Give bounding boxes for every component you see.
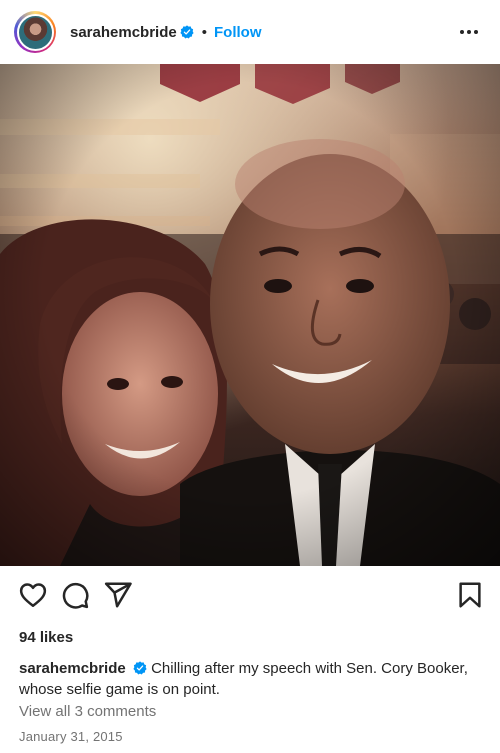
post-header: sarahemcbride • Follow (0, 0, 500, 64)
username-link[interactable]: sarahemcbride (70, 24, 177, 41)
verified-badge-icon (180, 25, 194, 39)
comment-icon[interactable] (60, 580, 90, 610)
follow-button[interactable]: Follow (214, 24, 262, 41)
more-options-icon[interactable] (458, 22, 480, 42)
verified-badge-icon (133, 661, 147, 675)
avatar-image (16, 13, 54, 51)
post-caption: sarahemcbride Chilling after my speech w… (19, 658, 489, 700)
avatar[interactable] (14, 11, 56, 53)
caption-username[interactable]: sarahemcbride (19, 660, 126, 677)
post-photo[interactable] (0, 64, 500, 566)
separator-dot: • (201, 23, 207, 41)
post-date: January 31, 2015 (19, 729, 123, 744)
share-icon[interactable] (103, 580, 133, 610)
heart-icon[interactable] (18, 580, 48, 610)
view-comments-link[interactable]: View all 3 comments (19, 703, 156, 720)
likes-count[interactable]: 94 likes (19, 629, 73, 646)
bookmark-icon[interactable] (455, 580, 485, 610)
selfie-image (0, 64, 500, 566)
post-actions (0, 580, 500, 616)
